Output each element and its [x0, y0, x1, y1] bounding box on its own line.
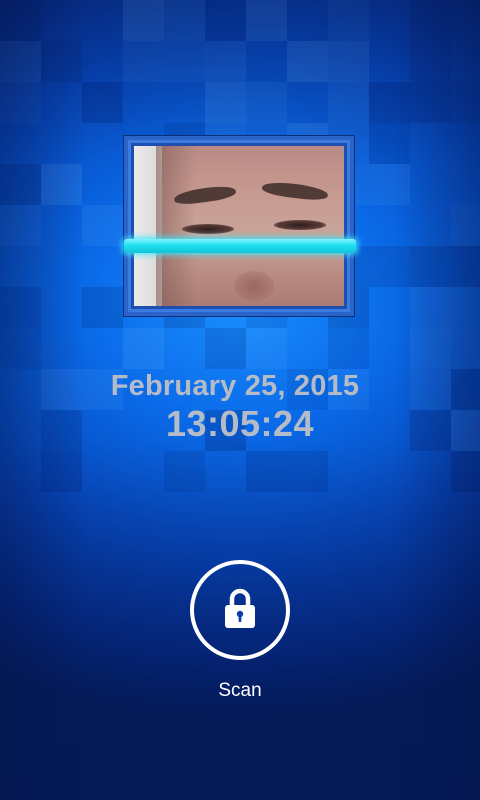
mosaic-tile: [410, 0, 451, 41]
mosaic-tile: [205, 41, 246, 82]
mosaic-tile: [328, 0, 369, 41]
mosaic-tile: [123, 41, 164, 82]
mosaic-tile: [451, 287, 480, 328]
preview-left-eye: [182, 224, 234, 234]
mosaic-tile: [369, 164, 410, 205]
scan-lock-button[interactable]: [190, 560, 290, 660]
mosaic-tile: [0, 82, 41, 123]
preview-right-eyebrow: [261, 180, 329, 202]
mosaic-tile: [0, 0, 41, 41]
mosaic-tile: [205, 82, 246, 123]
mosaic-tile: [0, 205, 41, 246]
mosaic-tile: [410, 328, 451, 369]
mosaic-tile: [410, 246, 451, 287]
mosaic-tile: [82, 205, 123, 246]
lockscreen-time: 13:05:24: [165, 403, 315, 444]
mosaic-tile: [41, 41, 82, 82]
mosaic-tile: [0, 41, 41, 82]
lockscreen-date: February 25, 2015: [110, 370, 360, 402]
mosaic-tile: [410, 82, 451, 123]
mosaic-tile: [164, 451, 205, 492]
mosaic-tile: [328, 82, 369, 123]
face-scan-line: [124, 239, 356, 253]
mosaic-tile: [246, 82, 287, 123]
camera-preview: [134, 146, 344, 306]
mosaic-tile: [82, 82, 123, 123]
padlock-icon: [225, 588, 255, 628]
mosaic-tile: [287, 451, 328, 492]
mosaic-tile: [328, 41, 369, 82]
mosaic-tile: [451, 246, 480, 287]
mosaic-tile: [287, 41, 328, 82]
mosaic-tile: [205, 0, 246, 41]
mosaic-tile: [82, 287, 123, 328]
mosaic-tile: [451, 205, 480, 246]
mosaic-tile: [0, 287, 41, 328]
mosaic-tile: [164, 41, 205, 82]
mosaic-tile: [451, 82, 480, 123]
mosaic-tile: [328, 328, 369, 369]
mosaic-tile: [123, 328, 164, 369]
mosaic-tile: [410, 287, 451, 328]
mosaic-tile: [369, 82, 410, 123]
preview-right-eye: [274, 220, 326, 230]
mosaic-tile: [246, 451, 287, 492]
mosaic-tile: [205, 328, 246, 369]
mosaic-tile: [41, 164, 82, 205]
mosaic-tile: [451, 451, 480, 492]
mosaic-tile: [246, 328, 287, 369]
scan-button-label: Scan: [218, 680, 262, 701]
mosaic-tile: [369, 123, 410, 164]
mosaic-tile: [410, 41, 451, 82]
mosaic-tile: [369, 246, 410, 287]
camera-frame: [124, 136, 354, 316]
mosaic-tile: [0, 164, 41, 205]
preview-nose: [234, 271, 274, 301]
lock-screen: February 25, 2015 13:05:24 Scan: [0, 0, 480, 800]
mosaic-tile: [164, 0, 205, 41]
mosaic-tile: [123, 0, 164, 41]
mosaic-tile: [246, 0, 287, 41]
mosaic-tile: [0, 328, 41, 369]
mosaic-tile: [451, 328, 480, 369]
mosaic-tile: [41, 451, 82, 492]
